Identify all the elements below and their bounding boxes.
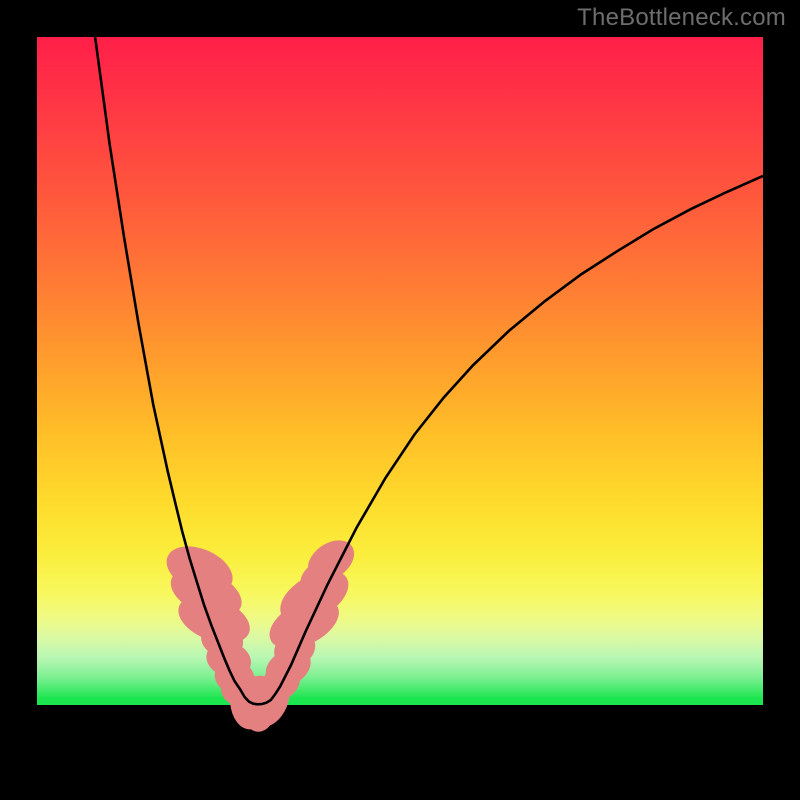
plot-area	[37, 37, 763, 763]
chart-stage: TheBottleneck.com	[0, 0, 800, 800]
watermark-label: TheBottleneck.com	[577, 4, 786, 32]
curve-layer	[37, 37, 763, 763]
